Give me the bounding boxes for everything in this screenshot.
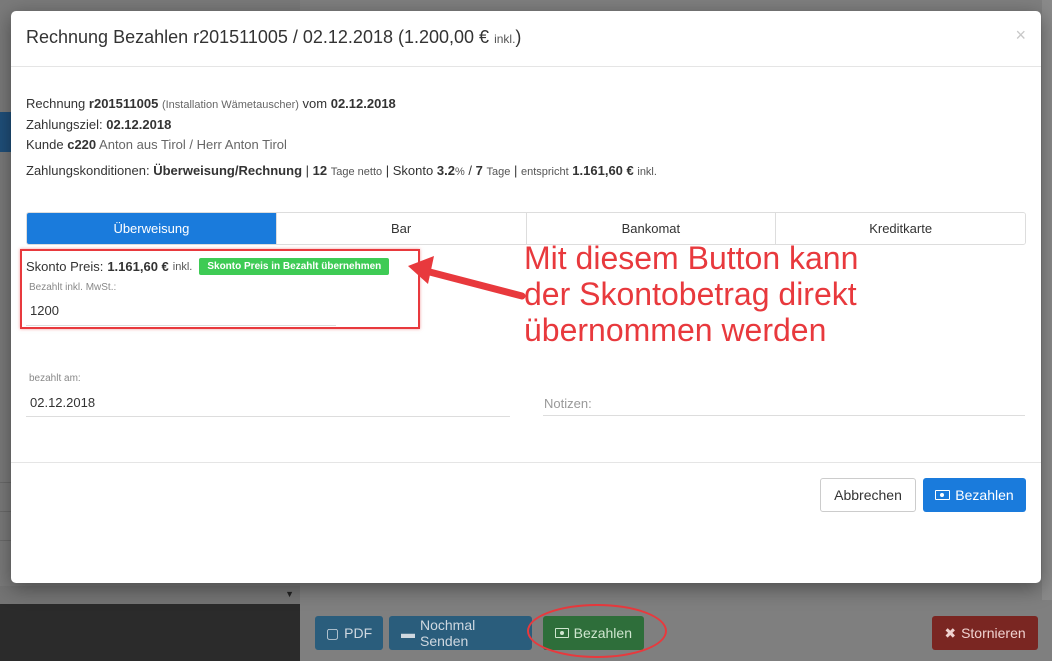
tab-ueberweisung[interactable]: Überweisung — [27, 213, 277, 244]
annotation-arrow — [408, 256, 526, 300]
due-date-line: Zahlungsziel: 02.12.2018 — [26, 117, 172, 132]
modal-title: Rechnung Bezahlen r201511005 / 02.12.201… — [26, 27, 522, 47]
caret-down-icon: ▼ — [285, 589, 294, 599]
annotation-circle — [527, 604, 667, 658]
cancel-button[interactable]: Abbrechen — [820, 478, 916, 512]
storno-button[interactable]: ✖ Stornieren — [932, 616, 1038, 650]
footer-divider — [11, 462, 1041, 463]
close-icon[interactable]: × — [1015, 25, 1026, 46]
paid-date-input[interactable]: 02.12.2018 — [30, 395, 95, 410]
scrollbar[interactable] — [1042, 0, 1052, 600]
background-select: ▼ — [0, 586, 300, 604]
skonto-price-line: Skonto Preis: 1.161,60 € inkl. Skonto Pr… — [26, 258, 390, 275]
invoice-info: Rechnung r201511005 (Installation Wämeta… — [26, 94, 396, 155]
annotation-text: Mit diesem Button kann der Skontobetrag … — [524, 240, 859, 348]
notes-underline — [543, 415, 1025, 416]
pdf-button[interactable]: ▢ PDF — [315, 616, 383, 650]
tab-bar[interactable]: Bar — [276, 213, 527, 244]
pay-button[interactable]: Bezahlen — [923, 478, 1026, 512]
payment-conditions: Zahlungskonditionen: Überweisung/Rechnun… — [26, 163, 657, 178]
background-footer — [0, 604, 300, 661]
envelope-icon: ▬ — [401, 625, 415, 641]
file-pdf-icon: ▢ — [325, 624, 340, 641]
modal-header: Rechnung Bezahlen r201511005 / 02.12.201… — [11, 11, 1041, 67]
paid-amount-underline — [26, 325, 336, 326]
paid-date-label: bezahlt am: — [29, 373, 81, 384]
customer-line: Kunde c220 Anton aus Tirol / Herr Anton … — [26, 137, 287, 152]
paid-date-underline — [26, 416, 510, 417]
invoice-line: Rechnung r201511005 (Installation Wämeta… — [26, 96, 396, 111]
resend-button[interactable]: ▬ Nochmal Senden — [389, 616, 532, 650]
money-icon — [935, 490, 951, 500]
apply-skonto-button[interactable]: Skonto Preis in Bezahlt übernehmen — [199, 258, 390, 275]
notes-input[interactable]: Notizen: — [544, 396, 592, 411]
paid-amount-label: Bezahlt inkl. MwSt.: — [29, 282, 117, 293]
paid-amount-input[interactable]: 1200 — [30, 303, 59, 318]
close-icon: ✖ — [944, 624, 957, 641]
